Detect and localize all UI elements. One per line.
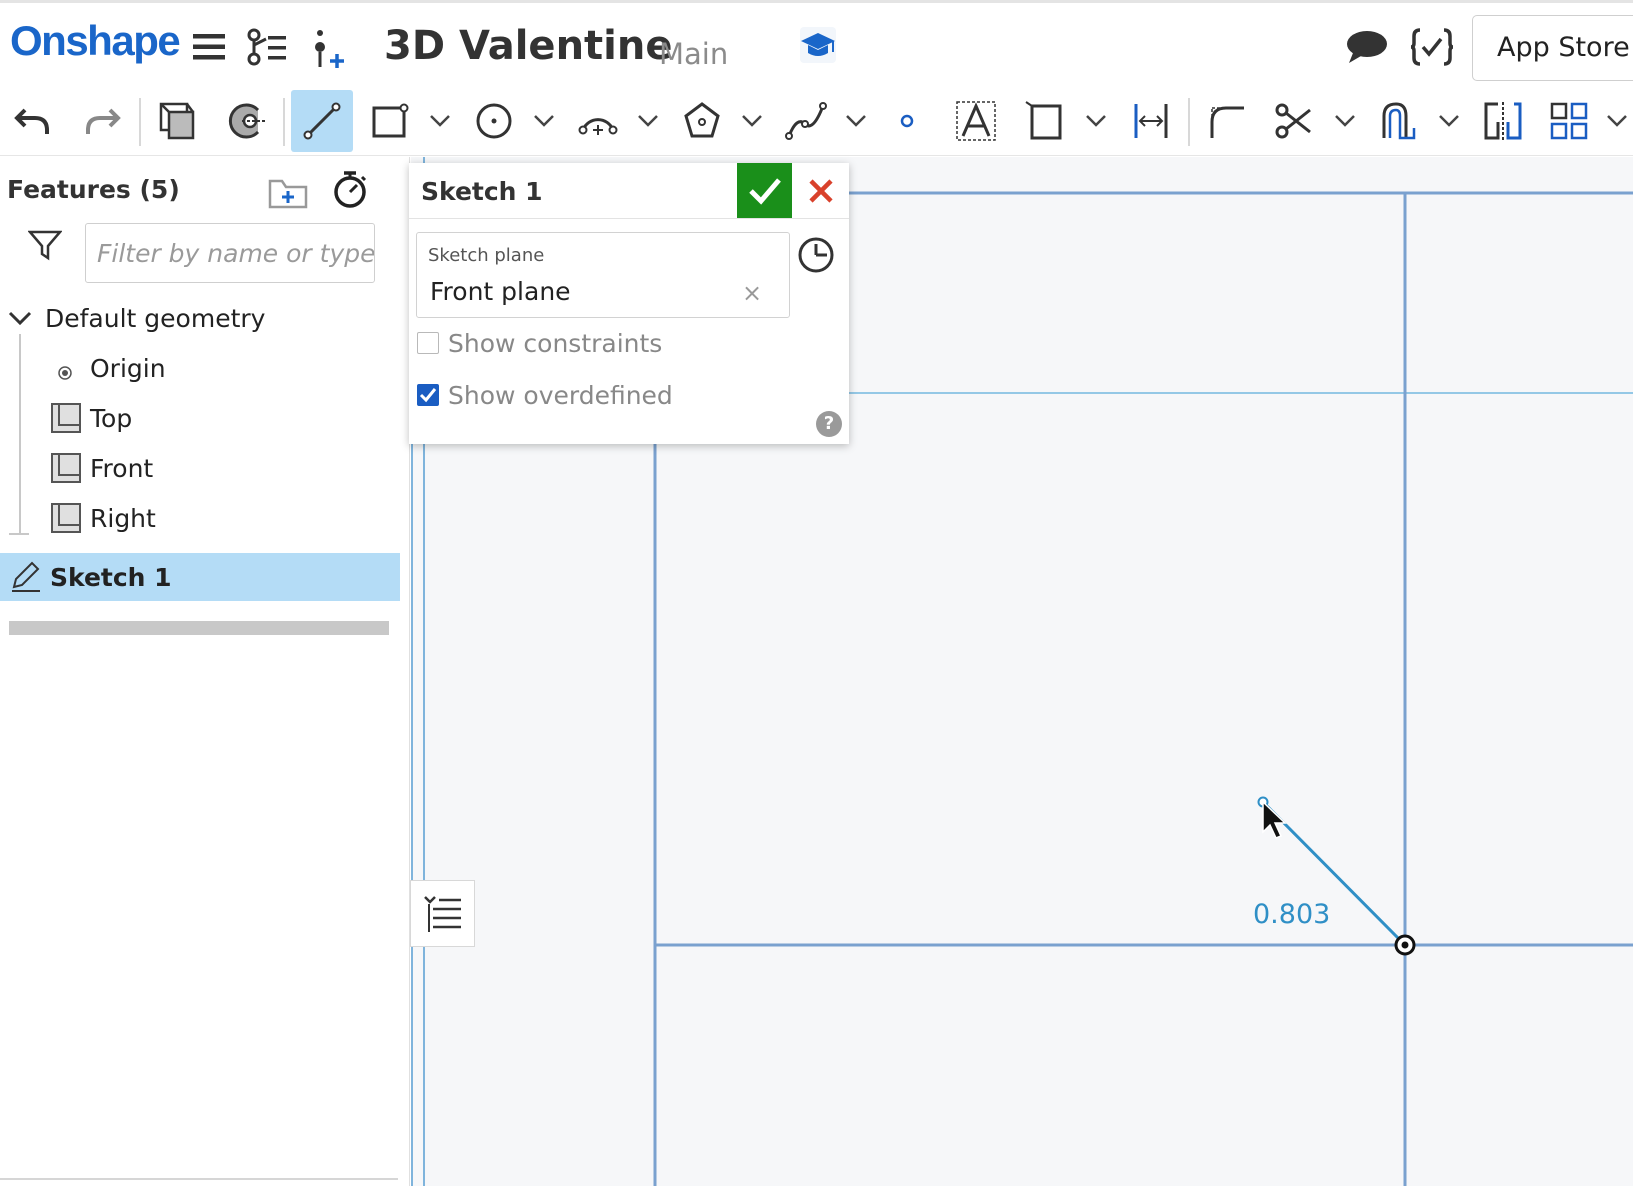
rectangle-tool-icon[interactable] <box>359 90 421 152</box>
tree-item-sketch-1[interactable]: Sketch 1 <box>0 553 400 601</box>
clear-selection-icon[interactable]: × <box>742 279 762 307</box>
chevron-down-icon[interactable] <box>8 306 32 330</box>
origin-center <box>1401 941 1409 949</box>
default-geometry-group[interactable]: Default geometry <box>0 293 400 343</box>
comment-icon[interactable] <box>1345 29 1387 69</box>
hamburger-icon[interactable] <box>190 27 230 67</box>
arc-tool-icon[interactable] <box>567 90 629 152</box>
redo-icon[interactable] <box>70 90 132 152</box>
sketch-plane-label: Sketch plane <box>428 245 545 266</box>
show-overdefined-row[interactable]: Show overdefined <box>417 378 673 412</box>
sketch-plane-field[interactable]: Sketch plane Front plane × <box>416 232 790 318</box>
version-graph-icon[interactable] <box>246 27 286 67</box>
plane-icon <box>51 453 81 483</box>
pencil-icon <box>10 561 42 593</box>
dimension-tool-icon[interactable] <box>1120 90 1182 152</box>
toolbar-separator <box>139 98 141 146</box>
app-store-button[interactable]: App Store <box>1472 15 1633 81</box>
sketch-toolbar <box>0 86 1633 156</box>
dialog-title: Sketch 1 <box>421 177 543 206</box>
dimension-label[interactable]: 0.803 <box>1253 899 1330 930</box>
onshape-logo[interactable]: Onshape <box>10 17 181 65</box>
show-constraints-label: Show constraints <box>448 328 663 358</box>
sketch-list-toggle[interactable] <box>410 880 475 947</box>
sketch-dialog: Sketch 1 Sketch plane Front plane × Show… <box>409 163 849 444</box>
accept-button[interactable] <box>737 163 792 218</box>
rollback-timer-icon[interactable] <box>330 169 370 209</box>
tree-item-label: Top <box>90 403 133 433</box>
panel-divider <box>0 1178 398 1180</box>
toolbar-separator <box>1188 98 1190 146</box>
chevron-down-icon[interactable] <box>1333 108 1357 134</box>
origin-icon <box>56 359 74 380</box>
checkmark-icon <box>419 388 437 403</box>
chevron-down-icon[interactable] <box>844 108 868 134</box>
help-icon[interactable]: ? <box>816 411 842 437</box>
show-constraints-checkbox[interactable] <box>417 332 439 354</box>
mouse-cursor <box>1262 800 1287 839</box>
plane-icon <box>51 503 81 533</box>
pattern-tool-icon[interactable] <box>1538 90 1600 152</box>
polygon-tool-icon[interactable] <box>671 90 733 152</box>
tree-item-label: Front <box>90 453 154 483</box>
chevron-down-icon[interactable] <box>532 108 556 134</box>
default-geometry-label: Default geometry <box>45 303 266 333</box>
insert-icon[interactable] <box>310 27 350 68</box>
plane-icon <box>51 403 81 433</box>
view-normal-icon[interactable] <box>796 235 836 275</box>
circle-tool-icon[interactable] <box>463 90 525 152</box>
show-overdefined-label: Show overdefined <box>448 380 673 410</box>
construction-tool-icon[interactable] <box>1014 90 1076 152</box>
chevron-down-icon[interactable] <box>636 108 660 134</box>
chevron-down-icon[interactable] <box>740 108 764 134</box>
text-tool-icon[interactable] <box>945 90 1007 152</box>
filter-input[interactable] <box>85 223 375 283</box>
chevron-down-icon[interactable] <box>1605 108 1629 134</box>
mirror-tool-icon[interactable] <box>1472 90 1534 152</box>
intersect-icon[interactable] <box>214 90 276 152</box>
close-icon <box>808 178 833 203</box>
fillet-tool-icon[interactable] <box>1196 90 1258 152</box>
document-branch[interactable]: Main <box>659 37 728 71</box>
featurescript-icon[interactable] <box>1410 27 1454 67</box>
show-overdefined-checkbox[interactable] <box>417 384 439 406</box>
add-folder-icon[interactable] <box>268 175 308 211</box>
dialog-divider <box>409 218 849 219</box>
tree-item-origin[interactable]: Origin <box>0 343 400 393</box>
undo-icon[interactable] <box>3 90 65 152</box>
filter-icon[interactable] <box>27 228 63 262</box>
top-bar: Onshape 3D Valentine Main App Store <box>0 0 1633 86</box>
document-title[interactable]: 3D Valentine <box>384 23 672 69</box>
chevron-down-icon[interactable] <box>428 108 452 134</box>
tree-item-top[interactable]: Top <box>0 393 400 443</box>
chevron-down-icon[interactable] <box>1084 108 1108 134</box>
tree-item-label: Origin <box>90 353 166 383</box>
chevron-down-icon[interactable] <box>1437 108 1461 134</box>
point-tool-icon[interactable] <box>876 90 938 152</box>
checkmark-icon <box>748 177 781 205</box>
list-icon <box>423 895 461 932</box>
line-tool-icon[interactable] <box>291 90 353 152</box>
graduation-cap-icon[interactable] <box>798 25 838 65</box>
tree-item-label: Sketch 1 <box>50 562 172 592</box>
use-projection-icon[interactable] <box>147 90 209 152</box>
tree-item-label: Right <box>90 503 156 533</box>
tree-item-front[interactable]: Front <box>0 443 400 493</box>
feature-list-panel: Features (5) Default geometry Origin Top… <box>0 157 410 1186</box>
show-constraints-row[interactable]: Show constraints <box>417 326 662 360</box>
cancel-button[interactable] <box>792 163 849 218</box>
offset-tool-icon[interactable] <box>1368 90 1430 152</box>
spline-tool-icon[interactable] <box>775 90 837 152</box>
rollback-bar[interactable] <box>9 621 389 635</box>
trim-tool-icon[interactable] <box>1262 90 1324 152</box>
toolbar-separator <box>283 98 285 146</box>
features-title: Features (5) <box>7 175 180 204</box>
sketch-plane-value: Front plane <box>430 277 571 306</box>
tree-item-right[interactable]: Right <box>0 493 400 543</box>
